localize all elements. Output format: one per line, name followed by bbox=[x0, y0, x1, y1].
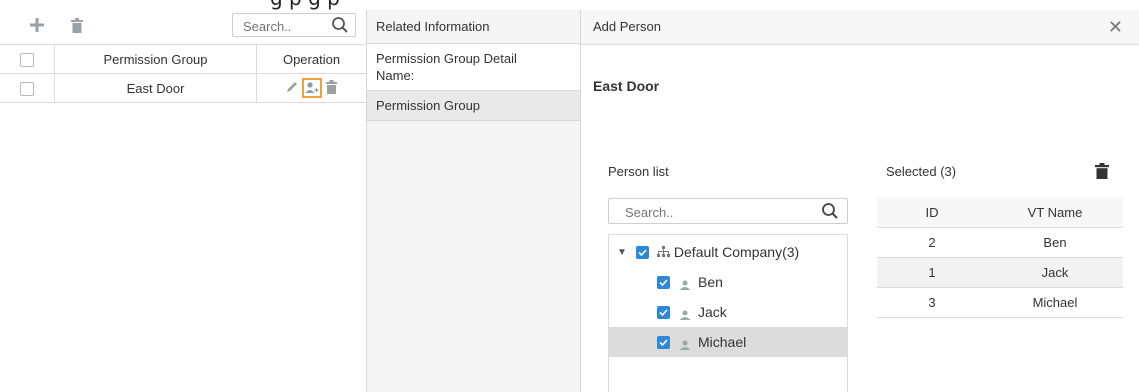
user-icon bbox=[678, 307, 692, 320]
name-cell: Ben bbox=[987, 227, 1123, 258]
column-header-operation: Operation bbox=[256, 44, 366, 74]
column-header-id: ID bbox=[877, 198, 987, 228]
checkbox-icon[interactable] bbox=[657, 335, 670, 349]
user-icon bbox=[678, 277, 692, 290]
organization-icon bbox=[656, 245, 670, 260]
dialog-title: Add Person bbox=[593, 19, 661, 34]
user-icon bbox=[678, 337, 692, 350]
tree-node-company[interactable]: ▼ Default Company(3) bbox=[609, 237, 847, 267]
trash-icon[interactable] bbox=[1095, 163, 1109, 179]
tree-node-label: Jack bbox=[698, 304, 727, 320]
nav-item-sublabel: Name: bbox=[376, 68, 415, 83]
add-person-panel: Add Person ✕ East Door Person list ▼ Def… bbox=[581, 10, 1139, 392]
nav-item-permission-group[interactable]: Permission Group bbox=[367, 91, 580, 121]
table-row[interactable]: 1 Jack bbox=[877, 257, 1123, 288]
tree-node-label: Default Company(3) bbox=[673, 244, 800, 260]
person-search-input[interactable] bbox=[623, 200, 817, 224]
toolbar bbox=[0, 10, 366, 44]
delete-row-icon[interactable] bbox=[326, 79, 337, 97]
group-search-input[interactable] bbox=[241, 15, 333, 37]
name-cell: Michael bbox=[987, 287, 1123, 318]
column-header-name: Permission Group bbox=[54, 44, 257, 74]
checkbox-icon[interactable] bbox=[657, 275, 670, 289]
table-row[interactable]: East Door bbox=[0, 73, 366, 103]
nav-item-label: Permission Group Detail bbox=[376, 51, 517, 66]
table-header: Permission Group Operation bbox=[0, 44, 366, 74]
person-tree: ▼ Default Company(3) Ben Jack Michael bbox=[608, 234, 848, 392]
permission-group-table: Permission Group Operation East Door bbox=[0, 44, 366, 103]
person-list-label: Person list bbox=[608, 164, 669, 179]
selected-count-label: Selected (3) bbox=[886, 164, 957, 179]
column-header-vt-name: VT Name bbox=[987, 198, 1123, 228]
id-cell: 1 bbox=[877, 257, 987, 288]
id-cell: 2 bbox=[877, 227, 987, 258]
checkbox-icon[interactable] bbox=[657, 305, 670, 319]
checkbox-icon[interactable] bbox=[635, 245, 649, 259]
panel-title: Related Information bbox=[367, 10, 580, 44]
expand-icon[interactable]: ▼ bbox=[617, 247, 627, 258]
tree-node-person[interactable]: Ben bbox=[609, 267, 847, 297]
permission-group-panel: Permission Group Operation East Door bbox=[0, 10, 367, 392]
tree-node-person[interactable]: Jack bbox=[609, 297, 847, 327]
related-information-panel: Related Information Permission Group Det… bbox=[367, 10, 581, 392]
search-icon[interactable] bbox=[821, 202, 839, 220]
tree-node-label: Michael bbox=[698, 334, 747, 350]
nav-item-group-detail[interactable]: Permission Group Detail Name: bbox=[367, 44, 580, 91]
dialog-header: Add Person ✕ bbox=[581, 10, 1139, 45]
group-name-cell: East Door bbox=[54, 73, 257, 103]
table-row[interactable]: 2 Ben bbox=[877, 227, 1123, 258]
close-icon[interactable]: ✕ bbox=[1108, 10, 1123, 44]
table-row[interactable]: 3 Michael bbox=[877, 287, 1123, 318]
select-all-checkbox[interactable] bbox=[0, 44, 55, 74]
group-name: East Door bbox=[593, 78, 660, 94]
id-cell: 3 bbox=[877, 287, 987, 318]
edit-icon[interactable] bbox=[286, 81, 298, 96]
selected-persons-table: ID VT Name 2 Ben 1 Jack 3 Michael bbox=[877, 198, 1123, 318]
page-caption: g p g p bbox=[270, 0, 970, 10]
person-search-box[interactable] bbox=[608, 198, 848, 224]
search-icon[interactable] bbox=[331, 16, 349, 34]
group-search-box[interactable] bbox=[232, 13, 356, 37]
add-icon[interactable] bbox=[28, 18, 46, 36]
tree-node-person[interactable]: Michael bbox=[609, 327, 847, 357]
operation-cell bbox=[256, 73, 366, 103]
add-person-icon[interactable] bbox=[302, 78, 322, 98]
row-checkbox[interactable] bbox=[0, 73, 55, 103]
delete-icon[interactable] bbox=[68, 18, 86, 36]
name-cell: Jack bbox=[987, 257, 1123, 288]
table-header: ID VT Name bbox=[877, 198, 1123, 228]
tree-node-label: Ben bbox=[698, 274, 723, 290]
